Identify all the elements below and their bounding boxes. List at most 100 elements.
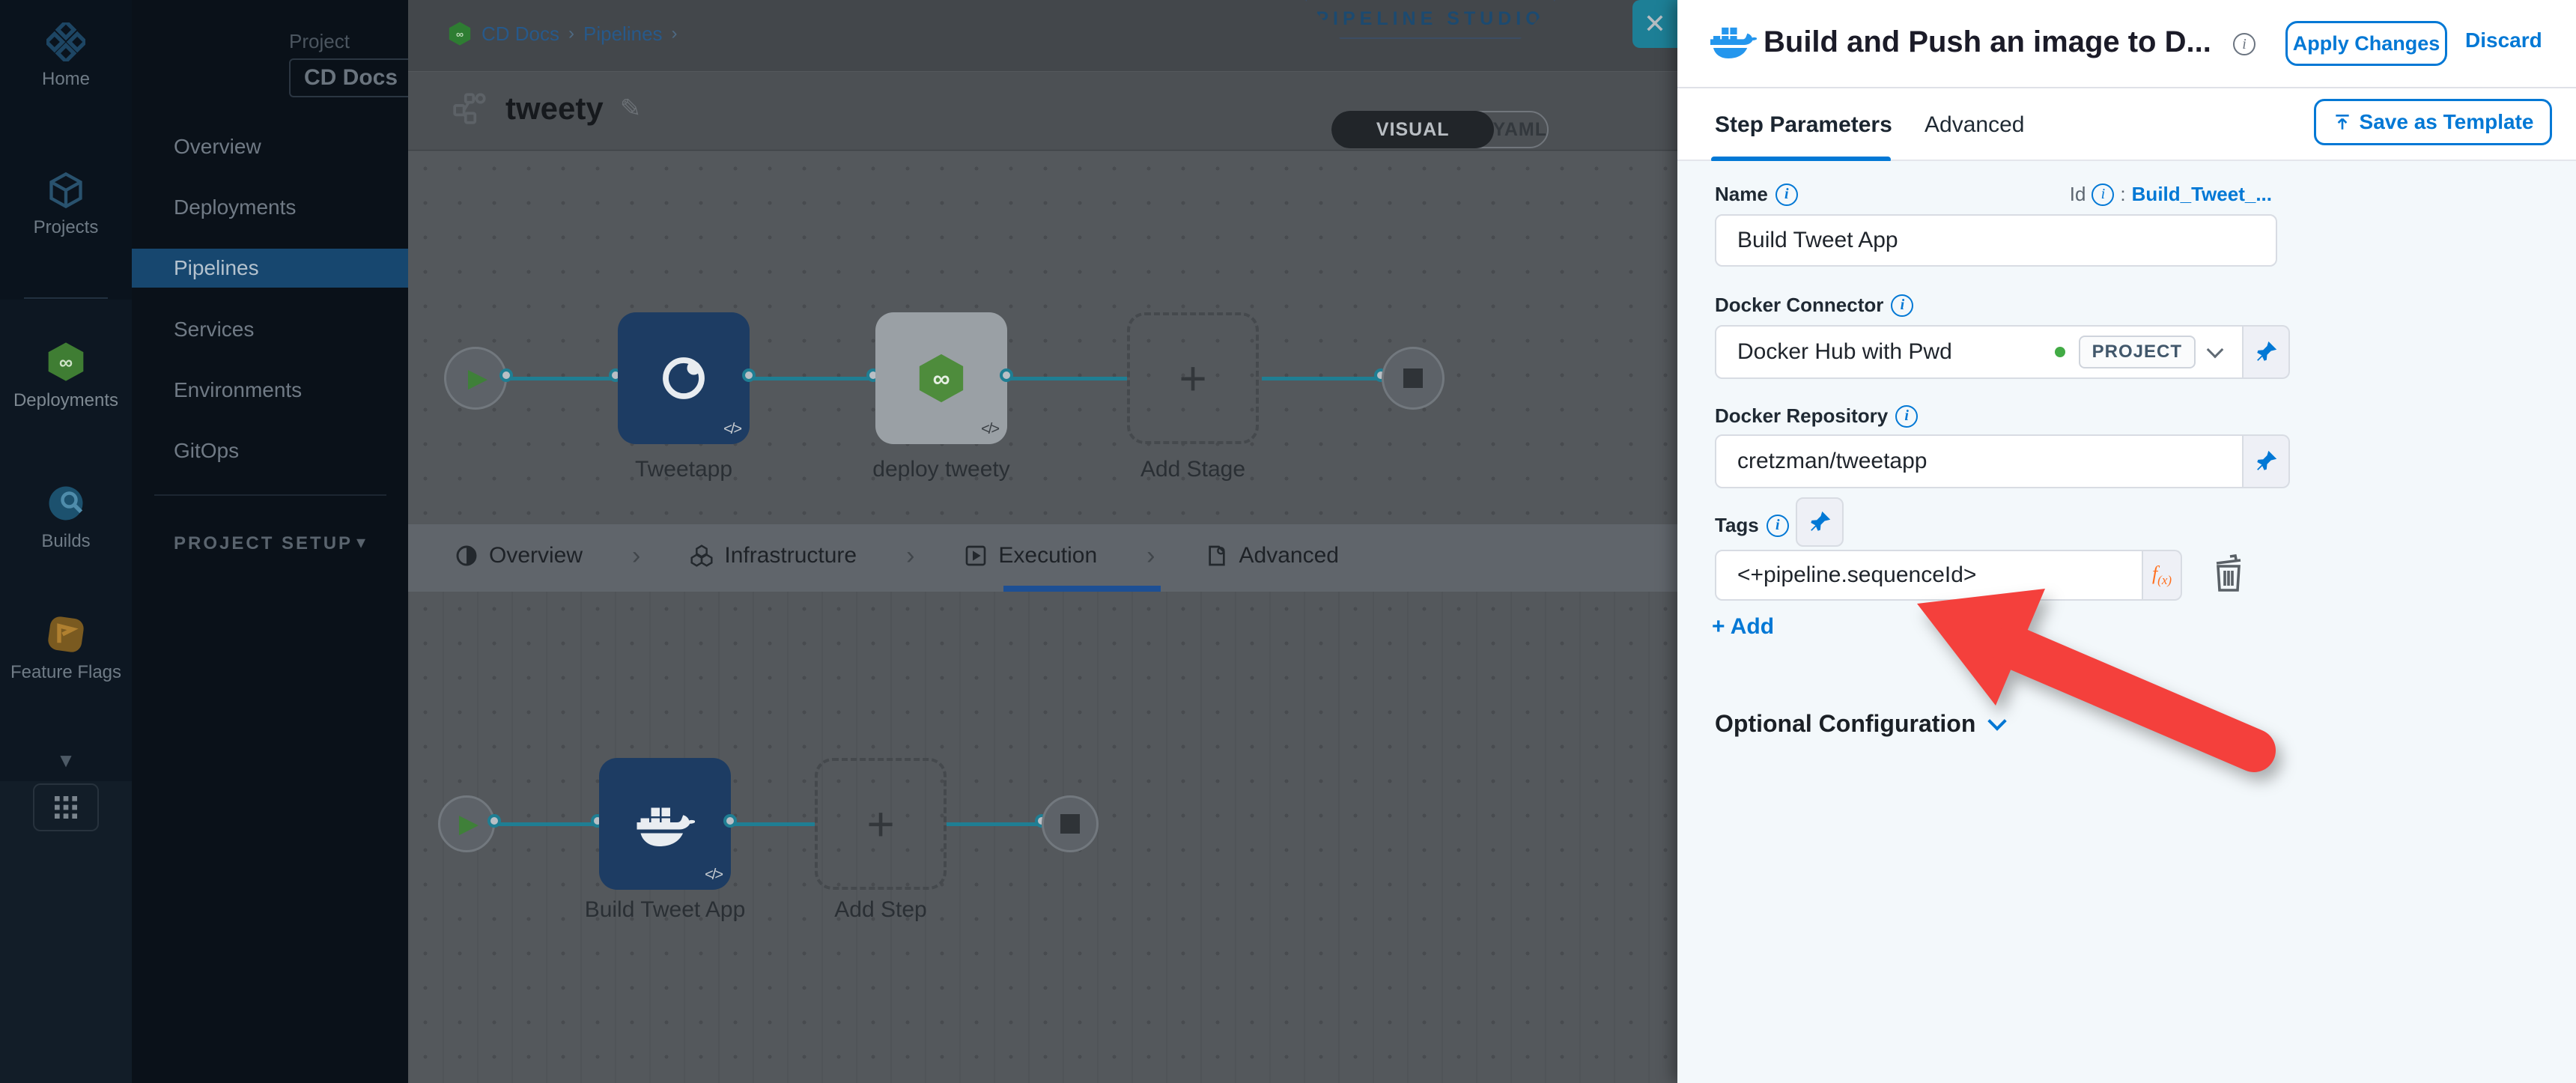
sidebar-divider [154, 494, 386, 496]
docker-repository-input[interactable] [1715, 434, 2244, 488]
tags-field-label: Tags i [1715, 514, 1789, 537]
save-as-template-button[interactable]: Save as Template [2314, 99, 2552, 145]
step-node-label: Add Step [815, 897, 947, 923]
connector-line [731, 822, 815, 826]
info-icon[interactable]: i [1891, 294, 1913, 317]
stage-node-label: deploy tweety [860, 457, 1022, 482]
step-id-row: Id i : Build_Tweet_... [1999, 183, 2272, 206]
toggle-visual[interactable]: VISUAL [1331, 111, 1494, 148]
sidebar-item-label: Projects [34, 217, 99, 237]
project-sidebar: Project CD Docs › Overview Deployments P… [132, 0, 408, 1083]
advanced-tab-icon [1205, 544, 1229, 568]
chevron-down-icon[interactable]: ▾ [356, 532, 365, 553]
sidebar-item-gitops[interactable]: GitOps [132, 431, 408, 470]
id-separator: : [2120, 183, 2125, 206]
add-stage-node[interactable]: + [1127, 312, 1259, 444]
connector-line [1262, 377, 1382, 380]
tab-overview[interactable]: Overview [455, 543, 583, 568]
tab-label: Execution [998, 543, 1097, 568]
plus-icon: + [1179, 351, 1206, 406]
sidebar-item-environments[interactable]: Environments [132, 371, 408, 410]
save-as-template-label: Save as Template [2360, 110, 2534, 133]
edit-pencil-icon[interactable]: ✎ [620, 94, 642, 124]
add-step-node[interactable]: + [815, 758, 947, 890]
module-picker-button[interactable] [33, 783, 99, 831]
name-input[interactable] [1715, 214, 2277, 267]
step-title: Build and Push an image to D... [1764, 25, 2228, 59]
stage-node-tweetapp[interactable]: </> [618, 312, 750, 444]
add-tag-link[interactable]: + Add [1712, 614, 1774, 640]
sidebar-item-builds[interactable]: Builds [0, 483, 132, 552]
breadcrumb-pipelines-link[interactable]: Pipelines [583, 22, 663, 46]
docker-step-icon [635, 799, 695, 849]
tags-pin-button[interactable] [1796, 497, 1844, 547]
info-icon[interactable]: i [2092, 183, 2114, 206]
info-icon[interactable]: i [1767, 515, 1789, 537]
grid-icon [51, 792, 81, 822]
play-icon: ▶ [459, 809, 479, 839]
repository-pin-button[interactable] [2244, 434, 2290, 488]
connector-dot [723, 814, 737, 828]
tab-advanced[interactable]: Advanced [1205, 543, 1339, 568]
connector-dot [1000, 368, 1013, 382]
docker-connector-select[interactable]: Docker Hub with Pwd PROJECT [1715, 325, 2244, 379]
svg-text:∞: ∞ [59, 352, 73, 373]
breadcrumb: ∞ CD Docs › Pipelines › [447, 21, 678, 46]
stop-icon [1403, 368, 1423, 388]
sidebar-item-projects[interactable]: Projects [0, 171, 132, 238]
apply-changes-button[interactable]: Apply Changes [2285, 21, 2447, 66]
project-setup-toggle[interactable]: PROJECT SETUP [174, 533, 353, 554]
breadcrumb-project-link[interactable]: CD Docs [482, 22, 559, 46]
rail-collapse-chevron-icon[interactable]: ▼ [0, 749, 132, 772]
toggle-yaml[interactable]: YAML [1492, 112, 1547, 147]
sidebar-item-overview[interactable]: Overview [132, 127, 408, 166]
docker-connector-label: Docker Connector i [1715, 294, 1913, 317]
module-rail: Home Projects ∞ Deployments [0, 0, 132, 1083]
project-hexagon-icon: ∞ [447, 21, 473, 46]
builds-icon [46, 483, 86, 524]
info-icon[interactable]: i [1895, 405, 1918, 428]
pin-icon [2255, 341, 2277, 363]
stage-node-label: Add Stage [1127, 457, 1259, 482]
tab-advanced-panel[interactable]: Advanced [1925, 112, 2024, 138]
stage-node-deploy-tweety[interactable]: ∞ </> [875, 312, 1007, 444]
tab-infrastructure[interactable]: Infrastructure [690, 543, 857, 568]
execution-end-node [1042, 795, 1099, 852]
sidebar-item-deployments[interactable]: ∞ Deployments [0, 341, 132, 411]
step-id-value[interactable]: Build_Tweet_... [2132, 183, 2272, 206]
tab-label: Advanced [1239, 543, 1339, 568]
connector-pin-button[interactable] [2244, 325, 2290, 379]
sidebar-item-services[interactable]: Services [132, 310, 408, 349]
close-panel-button[interactable]: ✕ [1632, 0, 1677, 48]
step-node-build-tweet-app[interactable]: </> [599, 758, 731, 890]
tab-separator: › [906, 542, 914, 571]
connector-dot [499, 368, 513, 382]
info-icon[interactable]: i [1775, 183, 1798, 206]
connector-line [495, 822, 600, 826]
step-node-label: Build Tweet App [575, 897, 755, 923]
pipeline-studio-ribbon: PIPELINE STUDIO [1305, 0, 1555, 39]
sidebar-item-feature-flags[interactable]: Feature Flags [0, 614, 132, 683]
stage-canvas-grid [408, 151, 1677, 524]
pipeline-canvas: ∞ CD Docs › Pipelines › tweety ✎ PIPELI [408, 0, 1677, 1083]
tab-separator: › [1146, 542, 1155, 571]
overview-tab-icon [455, 544, 479, 568]
harness-pipeline-studio-screen: Home Projects ∞ Deployments [0, 0, 2576, 1083]
tab-execution[interactable]: Execution [964, 543, 1097, 568]
home-icon [46, 22, 85, 61]
discard-button[interactable]: Discard [2465, 28, 2542, 52]
sidebar-item-home[interactable]: Home [0, 22, 132, 90]
connector-dot [487, 814, 501, 828]
red-annotation-arrow [1857, 554, 2306, 801]
sidebar-item-deployments-nav[interactable]: Deployments [132, 188, 408, 227]
connector-dot [742, 368, 756, 382]
info-icon[interactable]: i [2233, 33, 2255, 55]
stage-node-label: Tweetapp [618, 457, 750, 482]
tab-step-parameters[interactable]: Step Parameters [1715, 112, 1892, 138]
docker-icon [1709, 19, 1757, 61]
projects-icon [46, 171, 85, 210]
field-label-text: Name [1715, 183, 1768, 206]
docker-connector-value: Docker Hub with Pwd [1737, 339, 1952, 365]
feature-flags-icon [46, 614, 86, 655]
sidebar-item-pipelines[interactable]: Pipelines [132, 249, 408, 288]
